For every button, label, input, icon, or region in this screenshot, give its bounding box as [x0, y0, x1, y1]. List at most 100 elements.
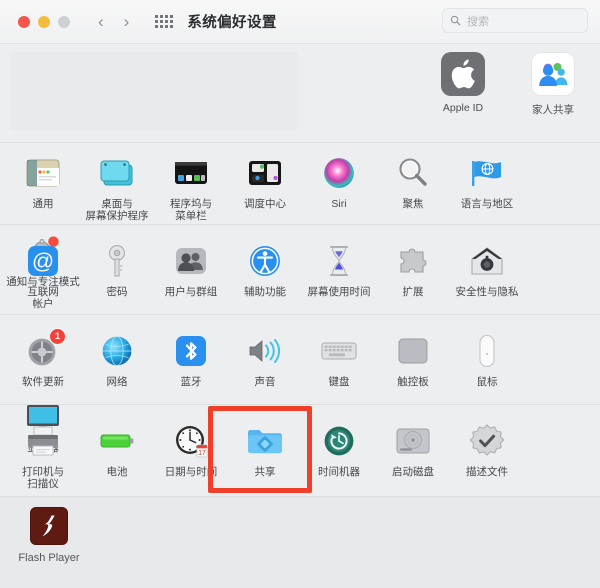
pref-label-users-groups: 用户与群组	[164, 286, 218, 298]
pref-item-language-region[interactable]: 语言与地区	[450, 144, 524, 222]
pref-item-users-groups[interactable]: 用户与群组	[154, 232, 228, 310]
pref-item-date-time[interactable]: 17 日期与时间	[154, 412, 228, 490]
window-titlebar: ‹ › 系统偏好设置 搜索	[0, 0, 600, 44]
startup-disk-icon	[393, 421, 433, 461]
siri-icon	[319, 153, 359, 193]
pref-item-mouse[interactable]: 鼠标	[450, 322, 524, 388]
pref-label-apple-id: Apple ID	[442, 102, 484, 114]
section-divider-1	[0, 142, 600, 143]
pref-item-profiles[interactable]: 描述文件	[450, 412, 524, 490]
traffic-lights	[18, 15, 70, 28]
close-button[interactable]	[18, 15, 30, 28]
zoom-button[interactable]	[58, 15, 70, 28]
window-title: 系统偏好设置	[187, 15, 277, 31]
pref-item-startup-disk[interactable]: 启动磁盘	[376, 412, 450, 490]
pref-label-language-region: 语言与地区	[460, 198, 514, 210]
pref-item-network[interactable]: 网络	[80, 322, 154, 388]
apple-logo-icon	[441, 52, 485, 96]
pref-label-battery: 电池	[106, 466, 128, 478]
pref-label-sharing: 共享	[254, 466, 276, 478]
passwords-key-icon	[97, 241, 137, 281]
network-globe-icon	[97, 331, 137, 371]
pref-item-general[interactable]: 通用	[6, 144, 80, 222]
pref-label-family-sharing: 家人共享	[532, 104, 574, 116]
back-arrow-icon[interactable]: ‹	[98, 13, 104, 30]
pref-label-trackpad: 触控板	[397, 376, 429, 388]
pref-item-family-sharing[interactable]: 家人共享	[520, 52, 586, 117]
pref-label-internet-accounts: 互联网 帐户	[27, 286, 59, 310]
trackpad-icon	[393, 331, 433, 371]
search-icon	[450, 15, 461, 26]
third-party-section: Flash Player	[0, 497, 600, 588]
pref-label-software-update: 软件更新	[22, 376, 64, 388]
language-region-flag-icon	[467, 153, 507, 193]
pref-item-dock-menubar[interactable]: 程序坞与 菜单栏	[154, 144, 228, 222]
pref-item-screen-time[interactable]: 屏幕使用时间	[302, 232, 376, 310]
pref-label-date-time: 日期与时间	[164, 466, 218, 478]
pref-label-passwords: 密码	[106, 286, 128, 298]
printer-scanner-icon	[23, 421, 63, 461]
pref-label-general: 通用	[32, 198, 54, 210]
user-profile-panel	[10, 52, 298, 130]
flash-player-icon	[30, 507, 68, 545]
keyboard-icon	[319, 331, 359, 371]
system-preferences-window: ‹ › 系统偏好设置 搜索 Apple ID 家人共享 通用 桌面与 屏幕保护程…	[0, 0, 600, 588]
pref-item-bluetooth[interactable]: 蓝牙	[154, 322, 228, 388]
extensions-puzzle-icon	[393, 241, 433, 281]
pref-item-trackpad[interactable]: 触控板	[376, 322, 450, 388]
pref-item-software-update[interactable]: 1 软件更新	[6, 322, 80, 388]
navigation-arrows: ‹ ›	[98, 13, 129, 30]
minimize-button[interactable]	[38, 15, 50, 28]
account-shortcuts: Apple ID 家人共享	[430, 52, 586, 117]
pref-label-mouse: 鼠标	[476, 376, 498, 388]
pref-item-keyboard[interactable]: 键盘	[302, 322, 376, 388]
internet-accounts-at-icon: @	[23, 241, 63, 281]
pref-label-startup-disk: 启动磁盘	[392, 466, 434, 478]
pref-label-siri: Siri	[331, 198, 347, 210]
battery-icon	[97, 421, 137, 461]
pref-label-flash-player: Flash Player	[18, 552, 80, 564]
search-field[interactable]: 搜索	[442, 8, 588, 33]
pref-item-internet-accounts[interactable]: @ 互联网 帐户	[6, 232, 80, 310]
pref-item-passwords[interactable]: 密码	[80, 232, 154, 310]
pref-item-accessibility[interactable]: 辅助功能	[228, 232, 302, 310]
pref-label-screen-time: 屏幕使用时间	[307, 286, 371, 298]
pref-row-accounts-access: @ 互联网 帐户 密码 用户与群组 辅助功能 屏幕使用时间 扩展 安全性与隐私	[0, 232, 600, 310]
preferences-content: Apple ID 家人共享 通用 桌面与 屏幕保护程序 程序坞与 菜单栏 调度中…	[0, 44, 600, 588]
pref-item-flash-player[interactable]: Flash Player	[12, 497, 86, 564]
sharing-folder-icon	[245, 421, 285, 461]
show-all-grid-icon[interactable]	[155, 15, 174, 28]
pref-label-security-privacy: 安全性与隐私	[455, 286, 519, 298]
pref-label-mission-control: 调度中心	[244, 198, 286, 210]
pref-item-apple-id[interactable]: Apple ID	[430, 52, 496, 117]
pref-row-system: 打印机与 扫描仪 电池 17 日期与时间 共享 时间机器 启动磁盘 描述文件	[0, 412, 600, 490]
pref-item-siri[interactable]: Siri	[302, 144, 376, 222]
bluetooth-icon	[171, 331, 211, 371]
pref-item-printers-scanners[interactable]: 打印机与 扫描仪	[6, 412, 80, 490]
pref-item-spotlight[interactable]: 聚焦	[376, 144, 450, 222]
pref-item-sharing[interactable]: 共享	[228, 412, 302, 490]
pref-label-network: 网络	[106, 376, 128, 388]
date-time-clock-icon: 17	[171, 421, 211, 461]
pref-item-desktop-screensaver[interactable]: 桌面与 屏幕保护程序	[80, 144, 154, 222]
pref-item-battery[interactable]: 电池	[80, 412, 154, 490]
pref-item-sound[interactable]: 声音	[228, 322, 302, 388]
pref-item-mission-control[interactable]: 调度中心	[228, 144, 302, 222]
pref-label-bluetooth: 蓝牙	[180, 376, 202, 388]
pref-label-keyboard: 键盘	[328, 376, 350, 388]
mission-control-icon	[245, 153, 285, 193]
screen-time-hourglass-icon	[319, 241, 359, 281]
pref-item-security-privacy[interactable]: 安全性与隐私	[450, 232, 524, 310]
profiles-check-icon	[467, 421, 507, 461]
software-update-gear-icon: 1	[23, 328, 66, 371]
section-divider-3	[0, 314, 600, 315]
pref-label-sound: 声音	[254, 376, 276, 388]
forward-arrow-icon[interactable]: ›	[124, 13, 130, 30]
time-machine-icon	[319, 421, 359, 461]
pref-label-profiles: 描述文件	[466, 466, 508, 478]
software-update-badge: 1	[49, 328, 66, 345]
pref-label-dock-menubar: 程序坞与 菜单栏	[170, 198, 212, 222]
family-sharing-icon	[531, 52, 575, 96]
pref-item-extensions[interactable]: 扩展	[376, 232, 450, 310]
pref-item-time-machine[interactable]: 时间机器	[302, 412, 376, 490]
